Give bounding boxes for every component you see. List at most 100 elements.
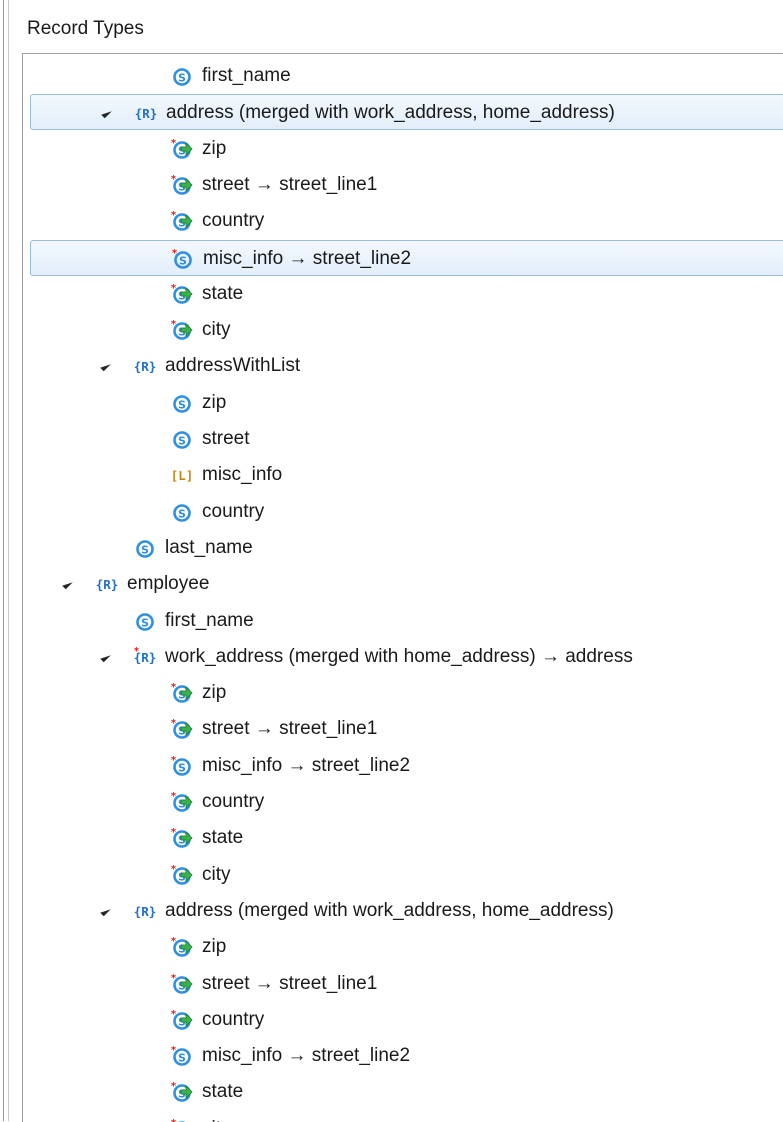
- expand-twisty-icon[interactable]: [101, 107, 112, 119]
- record-changed-icon: {R} *: [134, 646, 157, 668]
- string-changed-icon: S *: [172, 248, 194, 270]
- string-changed-icon: S *: [171, 755, 193, 777]
- tree-row[interactable]: S * misc_info → street_line2: [23, 748, 783, 784]
- tree-row[interactable]: {R} address (merged with work_address, ho…: [30, 94, 783, 131]
- tree-row-label: country: [202, 1008, 265, 1030]
- tree-row[interactable]: S* city: [23, 312, 783, 348]
- tree-row-label: address (merged with work_address, home_…: [166, 102, 615, 124]
- string-mapped-icon: S*: [171, 936, 193, 958]
- tree-row-label: city: [202, 1118, 231, 1122]
- tree-row[interactable]: S* zip: [23, 929, 783, 965]
- record-icon: {R}: [134, 355, 157, 377]
- svg-text:*: *: [171, 827, 177, 838]
- svg-text:S: S: [178, 398, 186, 411]
- tree-row[interactable]: S* zip: [23, 675, 783, 711]
- list-icon: [L]: [171, 464, 194, 486]
- view-left-border: [3, 0, 4, 1121]
- tree-row-label: state: [202, 282, 244, 304]
- svg-text:*: *: [171, 936, 177, 947]
- svg-text:*: *: [171, 864, 177, 875]
- svg-text:*: *: [171, 718, 177, 729]
- tree-row-label: country: [202, 500, 265, 522]
- expand-twisty-icon[interactable]: [100, 361, 111, 372]
- tree-row[interactable]: S* state: [23, 1074, 783, 1110]
- tree-row[interactable]: S* city: [23, 857, 783, 893]
- tree-row[interactable]: S* country: [23, 784, 783, 820]
- tree-row[interactable]: S* street → street_line1: [23, 167, 783, 203]
- svg-text:[L]: [L]: [171, 468, 193, 483]
- tree-row[interactable]: [L] misc_info: [23, 457, 783, 493]
- tree-row[interactable]: S* city: [23, 1111, 783, 1122]
- tree-row[interactable]: {R} address (merged with work_address, ho…: [23, 893, 783, 929]
- svg-text:*: *: [171, 791, 177, 802]
- tree-row-label: misc_info → street_line2: [202, 1045, 411, 1067]
- tree-row[interactable]: S * misc_info → street_line2: [23, 1038, 783, 1074]
- svg-text:*: *: [171, 1081, 177, 1092]
- svg-text:*: *: [171, 210, 177, 221]
- string-mapped-icon: S*: [171, 319, 193, 341]
- svg-text:*: *: [172, 248, 178, 259]
- string-mapped-icon: S*: [171, 283, 193, 305]
- string-icon: S: [134, 610, 156, 632]
- string-icon: S: [171, 65, 193, 87]
- string-mapped-icon: S*: [171, 682, 193, 704]
- tree-row[interactable]: Sfirst_name: [23, 603, 783, 639]
- record-types-tree-panel[interactable]: Sfirst_name {R} address (merged with work_…: [22, 53, 783, 1122]
- tree-row[interactable]: {R} * work_address (merged with home_addre…: [23, 639, 783, 675]
- tree-row-label: zip: [202, 137, 227, 159]
- string-mapped-icon: S*: [171, 138, 193, 160]
- tree-row[interactable]: S* state: [23, 276, 783, 312]
- string-mapped-icon: S*: [171, 1118, 193, 1122]
- svg-text:*: *: [171, 1009, 177, 1020]
- string-icon: S: [134, 537, 156, 559]
- tree-row-label: city: [202, 863, 231, 885]
- svg-text:S: S: [178, 761, 186, 774]
- tree-row[interactable]: Szip: [23, 385, 783, 421]
- tree-row-label: street → street_line1: [202, 972, 378, 994]
- view-header: Record Types: [9, 0, 783, 58]
- tree-row-label: misc_info → street_line2: [202, 754, 411, 776]
- svg-text:S: S: [178, 71, 186, 84]
- tree-row[interactable]: {R} addressWithList: [23, 348, 783, 384]
- svg-text:*: *: [171, 174, 177, 185]
- tree-row[interactable]: Sstreet: [23, 421, 783, 457]
- tree-row-label: zip: [202, 682, 227, 704]
- tree-row-label: country: [202, 791, 265, 812]
- svg-text:*: *: [171, 973, 177, 984]
- expand-twisty-icon[interactable]: [100, 651, 111, 663]
- string-icon: S: [171, 501, 193, 523]
- string-mapped-icon: S*: [171, 174, 193, 196]
- tree-row[interactable]: S* country: [23, 203, 783, 239]
- svg-text:S: S: [141, 543, 149, 556]
- tree-row[interactable]: S* street → street_line1: [23, 966, 783, 1002]
- string-mapped-icon: S*: [171, 864, 193, 886]
- tree-row[interactable]: S* zip: [23, 131, 783, 167]
- svg-text:{R}: {R}: [96, 577, 118, 592]
- tree-row[interactable]: Scountry: [23, 494, 783, 530]
- svg-text:*: *: [171, 138, 177, 149]
- tree-row-label: country: [202, 210, 265, 232]
- tree-row[interactable]: S* street → street_line1: [23, 711, 783, 747]
- string-icon: S: [171, 392, 193, 414]
- string-changed-icon: S *: [171, 1045, 193, 1067]
- tree-row[interactable]: S * misc_info → street_line2: [30, 239, 783, 276]
- tree-row-label: addressWithList: [165, 355, 301, 377]
- svg-text:*: *: [134, 646, 140, 657]
- svg-text:*: *: [171, 319, 177, 330]
- string-mapped-icon: S*: [171, 1009, 193, 1031]
- tree-row-label: state: [202, 827, 244, 849]
- tree-row[interactable]: Sfirst_name: [23, 58, 783, 94]
- expand-twisty-icon[interactable]: [62, 578, 73, 590]
- svg-text:S: S: [178, 1051, 186, 1064]
- tree-row-label: city: [202, 319, 231, 341]
- tree-row-label: street → street_line1: [202, 718, 378, 740]
- tree-row[interactable]: {R} employee: [23, 566, 783, 602]
- tree-row[interactable]: Slast_name: [23, 530, 783, 566]
- expand-twisty-icon[interactable]: [100, 905, 111, 917]
- tree-row-label: address (merged with work_address, home_…: [165, 899, 614, 921]
- tree-row[interactable]: S* state: [23, 820, 783, 856]
- svg-text:*: *: [171, 1045, 177, 1056]
- tree-row-label: misc_info: [202, 464, 283, 486]
- tree-row[interactable]: S* country: [23, 1002, 783, 1038]
- string-mapped-icon: S*: [171, 718, 193, 740]
